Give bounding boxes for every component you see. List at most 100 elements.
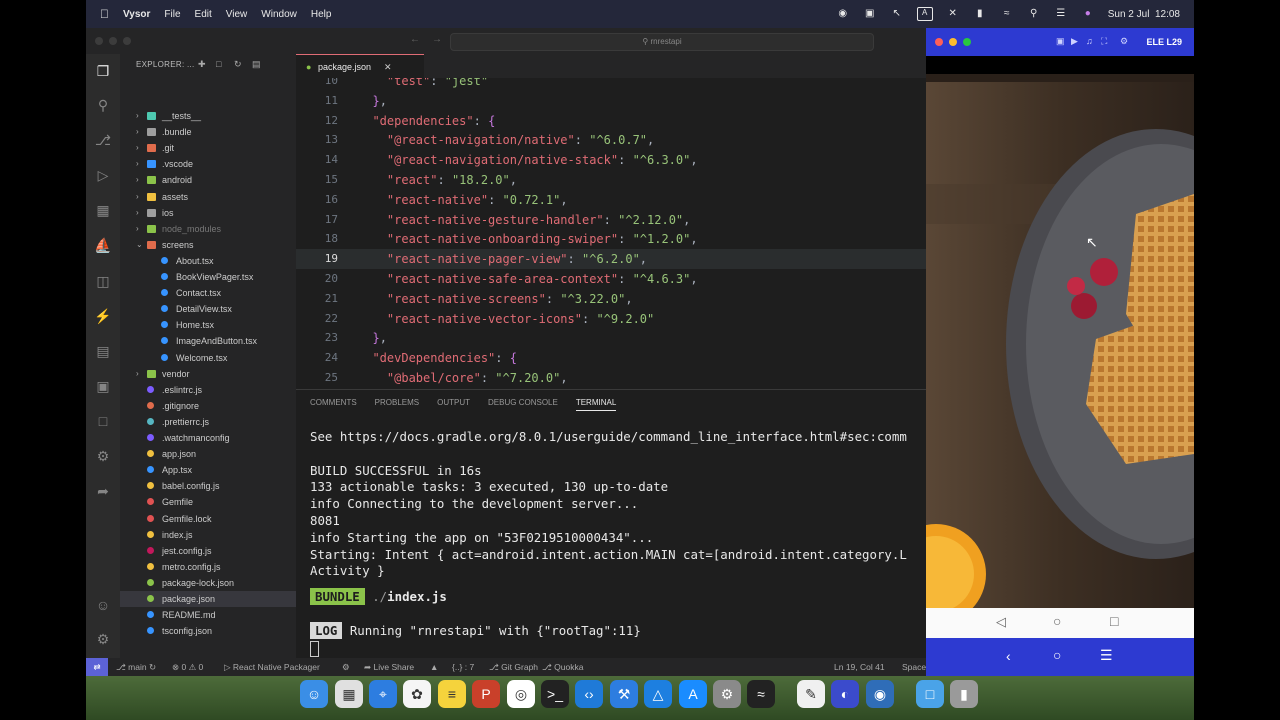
siri-icon[interactable]: ● <box>1081 8 1095 20</box>
chevron-right-icon[interactable]: › <box>136 366 139 382</box>
menu-view[interactable]: View <box>226 9 248 20</box>
chevron-right-icon[interactable]: › <box>136 124 139 140</box>
activity-monitor-icon[interactable]: ≈ <box>747 680 775 708</box>
docker-icon[interactable]: ⛵ <box>94 236 112 254</box>
file-tree-item[interactable]: › .git <box>120 140 296 156</box>
manage-gear-icon[interactable]: ⚙ <box>94 630 112 648</box>
file-tree-item[interactable]: .prettierrc.js <box>120 414 296 430</box>
file-tree-item[interactable]: README.md <box>120 607 296 623</box>
chevron-right-icon[interactable]: › <box>136 189 139 205</box>
file-tree-item[interactable]: › __tests__ <box>120 108 296 124</box>
collapse-all-icon[interactable]: ▤ <box>252 59 261 70</box>
flame-icon[interactable]: ▲ <box>430 658 438 676</box>
menu-app-name[interactable]: Vysor <box>123 9 150 20</box>
file-tree-item[interactable]: › node_modules <box>120 221 296 237</box>
vysor-home-icon[interactable]: ○ <box>1053 647 1061 663</box>
problems-status[interactable]: ⊗ 0 ⚠ 0 <box>172 658 203 676</box>
file-tree-item[interactable]: Home.tsx <box>120 317 296 333</box>
vscode-icon[interactable]: ‹› <box>575 680 603 708</box>
spotlight-icon[interactable]: ⚲ <box>1027 8 1041 20</box>
folder-icon[interactable]: □ <box>916 680 944 708</box>
recents-icon[interactable]: □ <box>1110 613 1118 629</box>
xcode-icon[interactable]: ⚒ <box>610 680 638 708</box>
minimize-window-button[interactable] <box>949 38 957 46</box>
cursor-position-status[interactable]: Ln 19, Col 41 <box>834 658 885 676</box>
close-window-button[interactable] <box>95 37 103 45</box>
run-debug-icon[interactable]: ▷ <box>94 166 112 184</box>
vysor-icon[interactable]: ◐ <box>831 680 859 708</box>
zoom-window-button[interactable] <box>963 38 971 46</box>
tab-terminal[interactable]: TERMINAL <box>575 398 617 411</box>
file-tree-item[interactable]: .gitignore <box>120 398 296 414</box>
launchpad-icon[interactable]: ▦ <box>335 680 363 708</box>
file-tree-item[interactable]: package.json <box>120 591 296 607</box>
file-tree-item[interactable]: ⌄ screens <box>120 237 296 253</box>
chevron-right-icon[interactable]: › <box>136 221 139 237</box>
file-tree-item[interactable]: App.tsx <box>120 462 296 478</box>
new-folder-icon[interactable]: □ <box>216 59 221 69</box>
remote-explorer-icon[interactable]: ▤ <box>94 342 112 360</box>
settings-icon[interactable]: ⚙ <box>713 680 741 708</box>
settings-icon[interactable]: ⚙ <box>1120 36 1128 47</box>
file-tree-item[interactable]: babel.config.js <box>120 478 296 494</box>
file-tree-item[interactable]: BookViewPager.tsx <box>120 269 296 285</box>
file-tree-item[interactable]: app.json <box>120 446 296 462</box>
tab-output[interactable]: OUTPUT <box>437 398 470 411</box>
fullscreen-icon[interactable]: ⛶ <box>1101 36 1107 47</box>
tab-comments[interactable]: COMMENTS <box>310 398 357 411</box>
control-center-icon[interactable]: ☰ <box>1054 8 1068 20</box>
chevron-right-icon[interactable]: › <box>136 140 139 156</box>
audio-icon[interactable]: ♫ <box>1086 36 1093 46</box>
file-tree-item[interactable]: tsconfig.json <box>120 623 296 639</box>
back-icon[interactable]: ◁ <box>996 614 1006 630</box>
screenshot-icon[interactable]: ▣ <box>863 8 877 20</box>
menu-window[interactable]: Window <box>261 9 297 20</box>
tab-debug-console[interactable]: DEBUG CONSOLE <box>488 398 558 411</box>
altstore-icon[interactable]: △ <box>644 680 672 708</box>
video-icon[interactable]: ▶ <box>1071 36 1078 47</box>
quokka-status[interactable]: ⎇ Quokka <box>542 658 583 676</box>
thunder-client-icon[interactable]: ⚡ <box>94 307 112 325</box>
zoom-window-button[interactable] <box>123 37 131 45</box>
vysor-back-icon[interactable]: ‹ <box>1006 648 1011 664</box>
file-tree-item[interactable]: Gemfile.lock <box>120 511 296 527</box>
notes-icon[interactable]: ≡ <box>438 680 466 708</box>
chevron-right-icon[interactable]: › <box>136 108 139 124</box>
chevron-right-icon[interactable]: › <box>136 205 139 221</box>
file-tree-item[interactable]: › vendor <box>120 366 296 382</box>
home-icon[interactable]: ○ <box>1053 613 1061 629</box>
file-tree-item[interactable]: › assets <box>120 189 296 205</box>
vysor-menu-icon[interactable]: ☰ <box>1100 647 1113 664</box>
source-control-icon[interactable]: ⎇ <box>94 131 112 149</box>
file-tree-item[interactable]: ImageAndButton.tsx <box>120 333 296 349</box>
tab-package-json[interactable]: ● package.json ✕ <box>296 54 424 79</box>
spaces-status[interactable]: Space <box>902 658 926 676</box>
file-tree-item[interactable]: Gemfile <box>120 494 296 510</box>
gitlens-icon[interactable]: ⚙ <box>94 447 112 465</box>
file-tree-item[interactable]: › ios <box>120 205 296 221</box>
extensions-icon[interactable]: ▦ <box>94 201 112 219</box>
testing-icon[interactable]: ▣ <box>94 377 112 395</box>
sync-icon[interactable]: ⚙ <box>342 658 350 676</box>
database-icon[interactable]: ◫ <box>94 272 112 290</box>
wifi-icon[interactable]: ≈ <box>1000 8 1014 20</box>
back-arrow-icon[interactable]: ← <box>410 34 420 45</box>
file-tree-item[interactable]: › android <box>120 172 296 188</box>
appstore-icon[interactable]: A <box>679 680 707 708</box>
apple-icon[interactable]:  <box>100 7 109 21</box>
battery-icon[interactable]: ▮ <box>973 8 987 20</box>
tab-problems[interactable]: PROBLEMS <box>375 398 419 411</box>
refresh-icon[interactable]: ↻ <box>234 59 242 70</box>
remote-icon[interactable]: ⇄ <box>86 658 108 676</box>
code-editor[interactable]: 10 "test": "jest" 11 }, 12 "dependencies":… <box>296 78 926 389</box>
file-tree-item[interactable]: index.js <box>120 527 296 543</box>
packager-status[interactable]: ▷ React Native Packager <box>224 658 320 676</box>
file-tree-item[interactable]: metro.config.js <box>120 559 296 575</box>
keyboard-input-icon[interactable]: A <box>916 7 933 21</box>
file-tree-item[interactable]: Contact.tsx <box>120 285 296 301</box>
record-icon[interactable]: ◉ <box>836 8 850 20</box>
menu-clock[interactable]: Sun 2 Jul 12:08 <box>1108 9 1180 20</box>
search-icon[interactable]: ⚲ <box>94 96 112 114</box>
close-window-button[interactable] <box>935 38 943 46</box>
new-file-icon[interactable]: ✚ <box>198 59 206 70</box>
